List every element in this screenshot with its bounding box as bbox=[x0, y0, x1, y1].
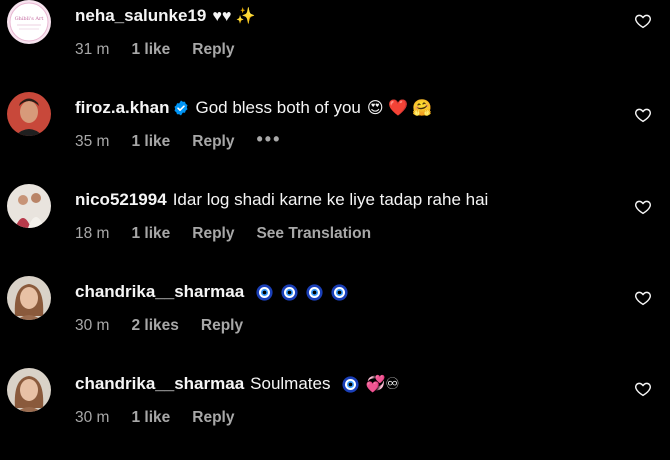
nazar-amulet-icon bbox=[281, 283, 298, 301]
reply-button[interactable]: Reply bbox=[192, 409, 234, 427]
comment-time: 30 m bbox=[75, 317, 110, 334]
comment-time: 35 m bbox=[75, 133, 110, 150]
heart-outline-icon[interactable] bbox=[634, 198, 652, 216]
comment-text: God bless both of you bbox=[195, 98, 361, 117]
comment-text: Soulmates bbox=[250, 374, 331, 393]
comment-item: chandrika__sharmaa Soulmates 💞♾ 30 m 1 l… bbox=[0, 368, 670, 460]
likes-count-link[interactable]: 1 like bbox=[131, 225, 170, 243]
comment-body: chandrika__sharmaa bbox=[75, 282, 348, 302]
comment-body: neha_salunke19 ♥♥ ✨ bbox=[75, 6, 256, 26]
see-translation-link[interactable]: See Translation bbox=[256, 225, 371, 243]
comment-body: firoz.a.khan God bless both of you 😍 ❤️ … bbox=[75, 98, 432, 118]
likes-count-link[interactable]: 2 likes bbox=[131, 317, 178, 335]
reply-button[interactable]: Reply bbox=[192, 41, 234, 59]
comment-emoji: 💞♾ bbox=[365, 376, 400, 393]
comment-item: nico521994 Idar log shadi karne ke liye … bbox=[0, 184, 670, 276]
avatar[interactable]: Ghibli's Art bbox=[7, 0, 51, 44]
username-link[interactable]: chandrika__sharmaa bbox=[75, 374, 244, 394]
avatar[interactable] bbox=[7, 184, 51, 228]
username-link[interactable]: chandrika__sharmaa bbox=[75, 282, 244, 302]
comment-meta: 30 m 1 like Reply bbox=[75, 409, 256, 427]
comment-item: firoz.a.khan God bless both of you 😍 ❤️ … bbox=[0, 92, 670, 184]
likes-count-link[interactable]: 1 like bbox=[131, 133, 170, 151]
heart-outline-icon[interactable] bbox=[634, 289, 652, 307]
likes-count-link[interactable]: 1 like bbox=[131, 41, 170, 59]
reply-button[interactable]: Reply bbox=[192, 225, 234, 243]
nazar-amulet-icon bbox=[256, 283, 273, 301]
comment-time: 18 m bbox=[75, 225, 110, 242]
username-link[interactable]: firoz.a.khan bbox=[75, 98, 169, 118]
reply-button[interactable]: Reply bbox=[201, 317, 243, 335]
comment-text: Idar log shadi karne ke liye tadap rahe … bbox=[172, 190, 489, 209]
comment-time: 31 m bbox=[75, 41, 110, 58]
avatar[interactable] bbox=[7, 92, 51, 136]
comment-body: nico521994 Idar log shadi karne ke liye … bbox=[75, 190, 488, 210]
heart-outline-icon[interactable] bbox=[634, 106, 652, 124]
likes-count-link[interactable]: 1 like bbox=[131, 409, 170, 427]
comment-body: chandrika__sharmaa Soulmates 💞♾ bbox=[75, 374, 400, 394]
nazar-amulet-icon bbox=[331, 283, 348, 301]
more-options-button[interactable]: ••• bbox=[256, 129, 281, 150]
comment-meta: 31 m 1 like Reply bbox=[75, 41, 256, 59]
comment-meta: 18 m 1 like Reply See Translation bbox=[75, 225, 371, 243]
reply-button[interactable]: Reply bbox=[192, 133, 234, 151]
comment-item: chandrika__sharmaa 30 m 2 likes Reply bbox=[0, 276, 670, 368]
nazar-amulet-icon bbox=[342, 375, 360, 393]
nazar-amulet-icon bbox=[306, 283, 323, 301]
comment-item: Ghibli's Art neha_salunke19 ♥♥ ✨ 31 m 1 … bbox=[0, 0, 670, 92]
comment-emoji: ♥♥ ✨ bbox=[212, 8, 256, 25]
comment-meta: 30 m 2 likes Reply bbox=[75, 317, 265, 335]
username-link[interactable]: nico521994 bbox=[75, 190, 167, 210]
heart-outline-icon[interactable] bbox=[634, 380, 652, 398]
avatar-logo-text: Ghibli's Art bbox=[15, 16, 44, 22]
verified-badge-icon bbox=[173, 100, 189, 116]
comment-emoji: 😍 ❤️ 🤗 bbox=[366, 100, 433, 117]
username-link[interactable]: neha_salunke19 bbox=[75, 6, 206, 26]
avatar[interactable] bbox=[7, 276, 51, 320]
comment-time: 30 m bbox=[75, 409, 110, 426]
comment-meta: 35 m 1 like Reply ••• bbox=[75, 129, 281, 151]
avatar[interactable] bbox=[7, 368, 51, 412]
heart-outline-icon[interactable] bbox=[634, 12, 652, 30]
